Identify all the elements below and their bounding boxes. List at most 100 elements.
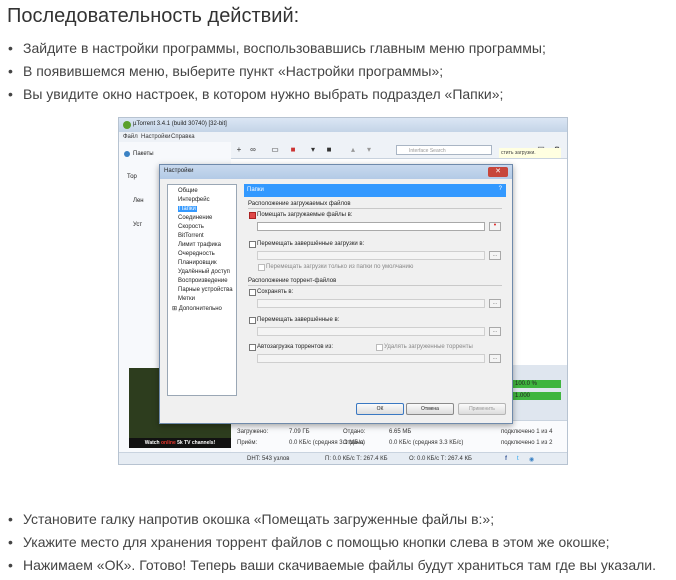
delete-loaded-label: Удалять загруженные торренты bbox=[384, 344, 473, 350]
sidebar-item-devices[interactable]: Уст bbox=[133, 222, 142, 228]
page-title: Последовательность действий: bbox=[7, 5, 300, 27]
menu-settings[interactable]: Настройки bbox=[141, 134, 170, 140]
move-completed-path[interactable] bbox=[257, 251, 485, 260]
recv-label: Приём: bbox=[237, 440, 258, 446]
move-completed-torrents-path[interactable] bbox=[257, 327, 485, 336]
menu-bar: Файл Настройки Справка bbox=[119, 132, 567, 142]
autoload-path[interactable] bbox=[257, 354, 485, 363]
send-value: 0.0 КБ/с (средняя 3.3 КБ/с) bbox=[389, 440, 464, 446]
tree-item-labels[interactable]: Метки bbox=[178, 296, 195, 302]
help-icon[interactable]: ? bbox=[499, 186, 502, 192]
transfer-stats: Загружено: 7.09 ГБ Отдано: 6.65 МБ подкл… bbox=[231, 420, 567, 453]
link-icon[interactable]: ∞ bbox=[249, 146, 257, 154]
delete-icon[interactable]: ■ bbox=[289, 146, 297, 154]
tree-item-queue[interactable]: Очередность bbox=[178, 251, 215, 257]
section-downloads-label: Расположение загружаемых файлов bbox=[248, 201, 351, 207]
packages-icon bbox=[124, 151, 130, 157]
tree-item-general[interactable]: Общие bbox=[178, 188, 198, 194]
browse-save-button[interactable]: ... bbox=[489, 299, 501, 308]
list-item: В появившемся меню, выберите пункт «Наст… bbox=[7, 60, 546, 83]
ok-button[interactable]: ОК bbox=[356, 403, 404, 415]
save-to-checkbox[interactable] bbox=[249, 289, 256, 296]
browse-downloads-button[interactable]: • bbox=[489, 222, 501, 231]
autoload-checkbox[interactable] bbox=[249, 344, 256, 351]
pane-header: Папки ? bbox=[244, 184, 506, 197]
move-completed-checkbox[interactable] bbox=[249, 241, 256, 248]
sidebar-item-torrents[interactable]: Тор bbox=[127, 174, 137, 180]
download-status: П: 0.0 КБ/с Т: 267.4 КБ bbox=[325, 456, 388, 462]
folders-pane: Папки ? Расположение загружаемых файлов … bbox=[244, 184, 506, 390]
steps-list-top: Зайдите в настройки программы, воспользо… bbox=[7, 37, 546, 106]
tree-item-advanced[interactable]: ⊞ Дополнительно bbox=[172, 305, 222, 312]
dialog-title: Настройки bbox=[164, 168, 194, 174]
sidebar-item-feeds[interactable]: Лен bbox=[133, 198, 144, 204]
stop-icon[interactable]: ■ bbox=[325, 146, 333, 154]
browse-move-torrents-button[interactable]: ... bbox=[489, 327, 501, 336]
window-title: µTorrent 3.4.1 (build 30740) [32-bit] bbox=[133, 121, 227, 127]
steps-list-bottom: Установите галку напротив окошка «Помеща… bbox=[7, 508, 656, 577]
list-item: Зайдите в настройки программы, воспользо… bbox=[7, 37, 546, 60]
twitter-icon[interactable]: t bbox=[517, 456, 519, 462]
save-to-label: Сохранять в: bbox=[257, 289, 294, 295]
move-completed-label: Перемещать завершённые загрузки в: bbox=[257, 241, 365, 247]
list-item: Нажимаем «ОК». Готово! Теперь ваши скачи… bbox=[7, 554, 656, 577]
sidebar-item-packages[interactable]: Пакеты bbox=[133, 151, 154, 157]
add-icon[interactable]: + bbox=[235, 146, 243, 154]
move-completed-torrents-checkbox[interactable] bbox=[249, 317, 256, 324]
tree-item-speed[interactable]: Скорость bbox=[178, 224, 204, 230]
tree-item-paired[interactable]: Парные устройства bbox=[178, 287, 233, 293]
status-bar: DHT: 543 узлов П: 0.0 КБ/с Т: 267.4 КБ О… bbox=[119, 452, 567, 464]
put-downloads-path[interactable] bbox=[257, 222, 485, 231]
put-downloads-label: Помещать загружаемые файлы в: bbox=[257, 212, 353, 218]
tree-item-folders[interactable]: Папки bbox=[178, 206, 197, 212]
put-downloads-checkbox[interactable] bbox=[249, 212, 256, 219]
section-torrents-label: Расположение торрент-файлов bbox=[248, 278, 337, 284]
autoload-label: Автозагрузка торрентов из: bbox=[257, 344, 334, 350]
tree-item-playback[interactable]: Воспроизведение bbox=[178, 278, 228, 284]
pane-title: Папки bbox=[247, 187, 264, 193]
tree-item-remote[interactable]: Удалённый доступ bbox=[178, 269, 230, 275]
cancel-button[interactable]: Отмена bbox=[406, 403, 454, 415]
download-icon[interactable]: ▾ bbox=[309, 146, 317, 154]
delete-loaded-checkbox[interactable] bbox=[376, 344, 383, 351]
web-icon[interactable]: ◉ bbox=[529, 456, 534, 463]
utorrent-logo-icon bbox=[123, 121, 131, 129]
conn-peers: подключено 1 из 4 bbox=[501, 429, 553, 435]
dht-status: DHT: 543 узлов bbox=[247, 456, 290, 462]
conn-seeds: подключено 1 из 2 bbox=[501, 440, 553, 446]
menu-file[interactable]: Файл bbox=[123, 134, 138, 140]
ratio-bar: 1.000 bbox=[513, 392, 561, 400]
move-only-default-label: Перемещать загрузки только из папки по у… bbox=[266, 264, 414, 270]
close-icon[interactable]: ✕ bbox=[488, 167, 508, 177]
sent-label: Отдано: bbox=[343, 429, 366, 435]
browse-autoload-button[interactable]: ... bbox=[489, 354, 501, 363]
upload-status: О: 0.0 КБ/с Т: 267.4 КБ bbox=[409, 456, 472, 462]
down-icon[interactable]: ▾ bbox=[365, 146, 373, 154]
divider bbox=[248, 285, 502, 286]
menu-help[interactable]: Справка bbox=[171, 134, 195, 140]
divider bbox=[248, 208, 502, 209]
ad-text: Watch online 5k TV channels! bbox=[129, 438, 231, 448]
settings-tree: Общие Интерфейс Папки Соединение Скорост… bbox=[167, 184, 237, 396]
dialog-titlebar: Настройки ✕ bbox=[160, 165, 512, 179]
search-input[interactable]: Interface Search bbox=[396, 145, 492, 155]
tree-item-scheduler[interactable]: Планировщик bbox=[178, 260, 217, 266]
downloaded-value: 7.09 ГБ bbox=[289, 429, 310, 435]
send-label: Отдача: bbox=[343, 440, 366, 446]
up-icon[interactable]: ▴ bbox=[349, 146, 357, 154]
list-item: Вы увидите окно настроек, в котором нужн… bbox=[7, 83, 546, 106]
browse-completed-button[interactable]: ... bbox=[489, 251, 501, 260]
tree-item-bittorrent[interactable]: BitTorrent bbox=[178, 233, 204, 239]
move-only-default-checkbox[interactable] bbox=[258, 264, 265, 271]
utorrent-screenshot: µTorrent 3.4.1 (build 30740) [32-bit] Фа… bbox=[118, 117, 568, 465]
tree-item-traffic-limit[interactable]: Лимит трафика bbox=[178, 242, 221, 248]
create-icon[interactable]: ▭ bbox=[271, 146, 279, 154]
settings-dialog: Настройки ✕ Общие Интерфейс Папки Соедин… bbox=[159, 164, 513, 424]
notice-bar: стить загрузки. bbox=[499, 148, 561, 158]
save-to-path[interactable] bbox=[257, 299, 485, 308]
apply-button[interactable]: Применить bbox=[458, 403, 506, 415]
tree-item-connection[interactable]: Соединение bbox=[178, 215, 212, 221]
tree-item-interface[interactable]: Интерфейс bbox=[178, 197, 210, 203]
facebook-icon[interactable]: f bbox=[505, 456, 507, 462]
move-completed-torrents-label: Перемещать завершённые в: bbox=[257, 317, 340, 323]
